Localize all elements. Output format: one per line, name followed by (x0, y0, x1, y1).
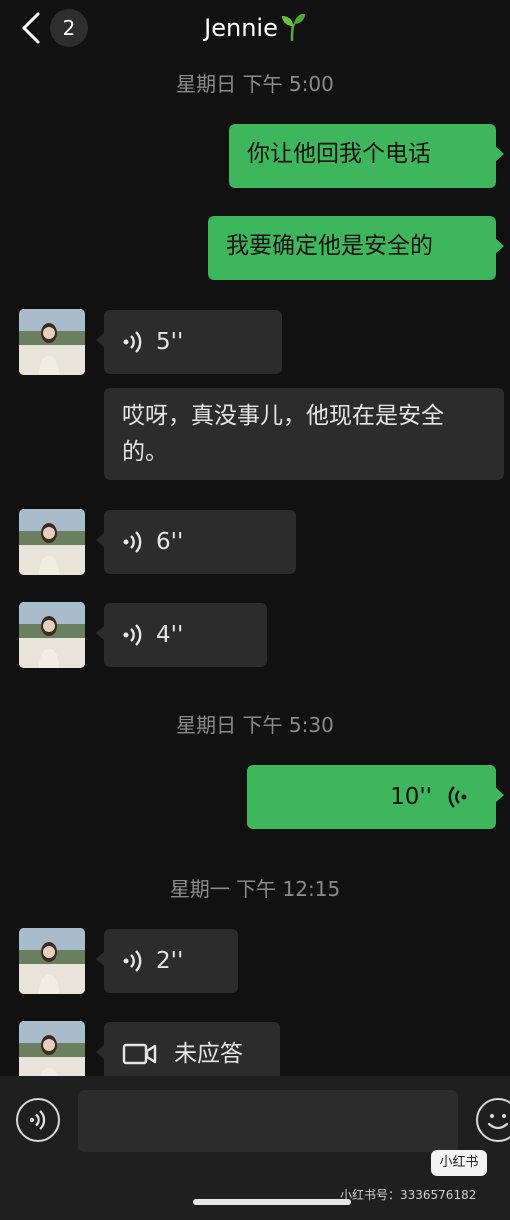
voice-wave-icon (448, 786, 467, 808)
voice-wave-icon (123, 950, 142, 972)
chat-title: Jennie (0, 12, 510, 42)
voice-duration: 4'' (156, 622, 184, 648)
emoji-button[interactable] (476, 1098, 510, 1142)
avatar[interactable] (19, 309, 85, 375)
voice-duration: 5'' (156, 329, 184, 355)
avatar[interactable] (19, 602, 85, 668)
voice-wave-icon (123, 331, 142, 353)
voice-message[interactable]: 5'' (96, 310, 282, 374)
timestamp: 星期日 下午 5:00 (176, 72, 334, 96)
voice-input-button[interactable] (16, 1098, 60, 1142)
timestamp: 星期日 下午 5:30 (176, 713, 334, 737)
emoji-icon (487, 1114, 509, 1130)
incoming-message[interactable]: 哎呀，真没事儿，他现在是安全的。 (104, 388, 504, 480)
message-text: 我要确定他是安全的 (226, 233, 433, 259)
voice-duration: 10'' (390, 784, 432, 810)
call-status: 未应答 (174, 1041, 243, 1067)
message-input[interactable] (78, 1090, 458, 1152)
voice-wave-icon (123, 624, 142, 646)
message-text: 你让他回我个电话 (247, 141, 431, 167)
voice-message[interactable]: 4'' (96, 603, 267, 667)
watermark-id: 小红书号：3336576182 (340, 1188, 477, 1202)
avatar[interactable] (19, 928, 85, 994)
video-call-icon (122, 1043, 157, 1065)
watermark-logo: 小红书 (431, 1150, 487, 1176)
avatar-photo (19, 602, 85, 668)
home-indicator[interactable] (193, 1199, 351, 1205)
avatar-photo (19, 928, 85, 994)
avatar[interactable] (19, 509, 85, 575)
timestamp: 星期一 下午 12:15 (169, 877, 341, 901)
sprout-icon (281, 13, 305, 42)
message-text: 哎呀，真没事儿，他现在是安全的。 (122, 403, 444, 465)
voice-input-icon (29, 1110, 46, 1130)
voice-message[interactable]: 6'' (96, 510, 296, 574)
outgoing-voice-message[interactable]: 10'' (247, 765, 504, 829)
contact-name: Jennie (204, 14, 278, 42)
outgoing-message[interactable]: 我要确定他是安全的 (208, 216, 504, 280)
avatar-photo (19, 309, 85, 375)
chat-header: 2 Jennie (0, 0, 510, 56)
voice-duration: 6'' (156, 529, 184, 555)
voice-message[interactable]: 2'' (96, 929, 238, 993)
outgoing-message[interactable]: 你让他回我个电话 (229, 124, 504, 188)
voice-wave-icon (123, 531, 142, 553)
voice-duration: 2'' (156, 948, 184, 974)
avatar-photo (19, 509, 85, 575)
